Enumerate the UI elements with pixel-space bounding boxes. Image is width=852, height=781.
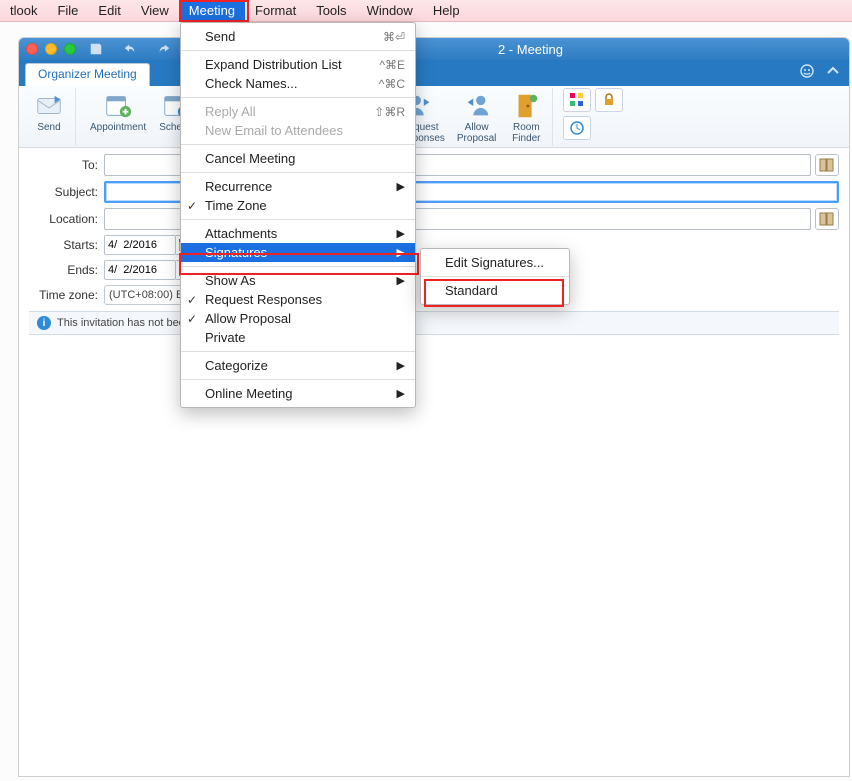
quick-redo-icon[interactable]	[150, 38, 178, 60]
allow-proposal-label: Allow Proposal	[457, 122, 496, 144]
room-finder-button[interactable]: Room Finder	[504, 88, 548, 146]
send-button[interactable]: Send	[27, 88, 71, 135]
menu-tools[interactable]: Tools	[306, 0, 356, 22]
menu-file[interactable]: File	[47, 0, 88, 22]
menu-request-responses[interactable]: ✓Request Responses	[181, 290, 415, 309]
menu-meeting[interactable]: Meeting	[179, 0, 245, 22]
checkmark-icon: ✓	[187, 293, 197, 307]
submenu-standard[interactable]: Standard	[421, 281, 569, 300]
menu-expand-distribution[interactable]: Expand Distribution List^⌘E	[181, 55, 415, 74]
menu-format[interactable]: Format	[245, 0, 306, 22]
collapse-ribbon-icon[interactable]	[825, 63, 841, 84]
quick-save-icon[interactable]	[82, 38, 110, 60]
menu-new-email-attendees: New Email to Attendees	[181, 121, 415, 140]
menu-send[interactable]: Send⌘⏎	[181, 27, 415, 46]
shortcut-text: ⌘⏎	[383, 30, 405, 44]
menu-help[interactable]: Help	[423, 0, 470, 22]
room-picker-button[interactable]	[815, 208, 839, 230]
notice-text: This invitation has not bee	[57, 317, 185, 329]
meeting-window: 2 - Meeting Organizer Meeting Send Appoi…	[18, 37, 850, 777]
submenu-arrow-icon: ▶	[397, 274, 405, 287]
menu-signatures[interactable]: Signatures▶	[181, 243, 415, 262]
meeting-form: To: Subject: Location: Starts: Ends: Tim…	[19, 148, 849, 335]
menu-window[interactable]: Window	[357, 0, 423, 22]
tab-organizer-meeting[interactable]: Organizer Meeting	[25, 63, 150, 86]
checkmark-icon: ✓	[187, 312, 197, 326]
submenu-arrow-icon: ▶	[397, 227, 405, 240]
menu-private[interactable]: Private	[181, 328, 415, 347]
traffic-light-minimize[interactable]	[45, 43, 57, 55]
timezone-value: (UTC+08:00) B	[109, 289, 183, 301]
door-icon	[510, 90, 542, 122]
submenu-arrow-icon: ▶	[397, 246, 405, 259]
menu-allow-proposal[interactable]: ✓Allow Proposal	[181, 309, 415, 328]
appointment-label: Appointment	[90, 122, 146, 133]
mac-menubar: tlook File Edit View Meeting Format Tool…	[0, 0, 852, 22]
ribbon: Send Appointment Schedu Busy Minutes	[19, 86, 849, 148]
menu-view[interactable]: View	[131, 0, 179, 22]
starts-label: Starts:	[29, 238, 104, 252]
send-label: Send	[37, 122, 60, 133]
send-icon	[33, 90, 65, 122]
menu-edit[interactable]: Edit	[88, 0, 130, 22]
menu-attachments[interactable]: Attachments▶	[181, 224, 415, 243]
person-arrow-back-icon	[461, 90, 493, 122]
signatures-submenu: Edit Signatures... Standard	[420, 248, 570, 305]
timezone-label: Time zone:	[29, 288, 104, 302]
end-date-input[interactable]	[104, 260, 176, 280]
shortcut-text: ⇧⌘R	[374, 105, 405, 119]
checkmark-icon: ✓	[187, 199, 197, 213]
shortcut-text: ^⌘C	[379, 77, 405, 91]
submenu-edit-signatures[interactable]: Edit Signatures...	[421, 253, 569, 272]
app-menu-outlook[interactable]: tlook	[0, 0, 47, 22]
ribbon-tabbar: Organizer Meeting	[19, 60, 849, 86]
location-label: Location:	[29, 212, 104, 226]
timezone-button[interactable]	[563, 116, 591, 140]
menu-online-meeting[interactable]: Online Meeting▶	[181, 384, 415, 403]
menu-reply-all: Reply All⇧⌘R	[181, 102, 415, 121]
menu-cancel-meeting[interactable]: Cancel Meeting	[181, 149, 415, 168]
invitation-notice: i This invitation has not bee	[29, 311, 839, 335]
menu-check-names[interactable]: Check Names...^⌘C	[181, 74, 415, 93]
menu-show-as[interactable]: Show As▶	[181, 271, 415, 290]
quick-undo-icon[interactable]	[116, 38, 144, 60]
room-finder-label: Room Finder	[512, 122, 540, 144]
traffic-light-close[interactable]	[26, 43, 38, 55]
emoji-icon[interactable]	[799, 63, 815, 84]
calendar-plus-icon	[102, 90, 134, 122]
ends-label: Ends:	[29, 263, 104, 277]
appointment-button[interactable]: Appointment	[86, 88, 150, 135]
start-date-input[interactable]	[104, 235, 176, 255]
submenu-arrow-icon: ▶	[397, 387, 405, 400]
traffic-light-zoom[interactable]	[64, 43, 76, 55]
private-button[interactable]	[595, 88, 623, 112]
categorize-button[interactable]	[563, 88, 591, 112]
meeting-menu: Send⌘⏎ Expand Distribution List^⌘E Check…	[180, 22, 416, 408]
to-label: To:	[29, 158, 104, 172]
menu-categorize[interactable]: Categorize▶	[181, 356, 415, 375]
subject-label: Subject:	[29, 185, 104, 199]
submenu-arrow-icon: ▶	[397, 359, 405, 372]
message-body[interactable]	[19, 335, 849, 765]
submenu-arrow-icon: ▶	[397, 180, 405, 193]
titlebar: 2 - Meeting	[19, 38, 849, 60]
info-icon: i	[37, 316, 51, 330]
menu-recurrence[interactable]: Recurrence▶	[181, 177, 415, 196]
address-book-button[interactable]	[815, 154, 839, 176]
allow-proposal-button[interactable]: Allow Proposal	[453, 88, 500, 146]
shortcut-text: ^⌘E	[379, 58, 405, 72]
menu-time-zone[interactable]: ✓Time Zone	[181, 196, 415, 215]
